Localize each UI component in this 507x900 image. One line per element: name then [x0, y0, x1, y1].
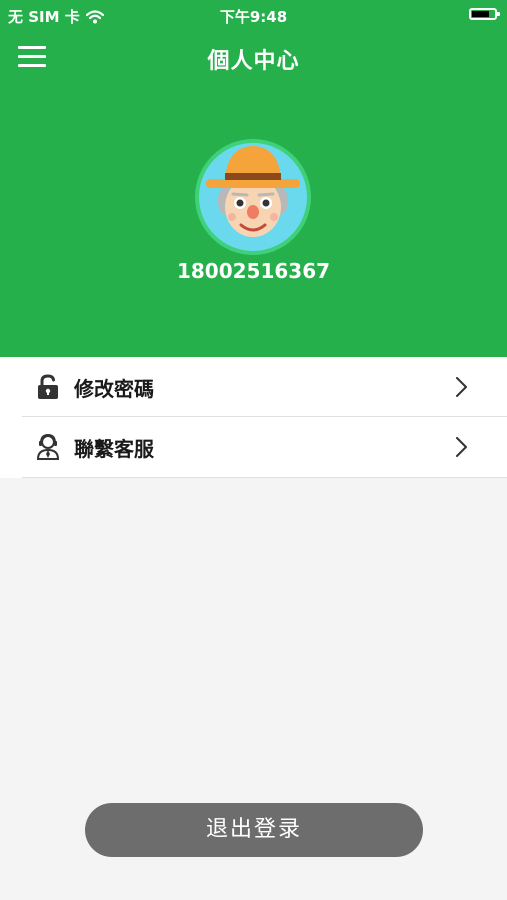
status-bar: 无 SIM 卡 下午9:48: [0, 0, 507, 30]
list-item-contact-support[interactable]: 聯繫客服: [0, 417, 507, 477]
list-item-label: 修改密碼: [74, 377, 154, 401]
farmer-avatar-icon[interactable]: [193, 137, 313, 257]
list-item-change-password[interactable]: 修改密碼: [0, 357, 507, 417]
customer-service-icon: [36, 434, 60, 460]
logout-button[interactable]: 退出登录: [85, 803, 423, 857]
unlock-icon: [38, 374, 58, 399]
chevron-right-icon: [456, 377, 467, 397]
nav-bar: 個人中心: [0, 30, 507, 86]
user-phone-number: 18002516367: [176, 259, 331, 283]
status-time: 下午9:48: [219, 8, 288, 26]
list-item-label: 聯繫客服: [74, 437, 154, 461]
page-title: 個人中心: [207, 49, 300, 74]
header-banner: 无 SIM 卡 下午9:48 個人中心 18002516367: [0, 0, 507, 357]
chevron-right-icon: [456, 437, 467, 457]
list-divider: [22, 477, 507, 478]
battery-icon: [469, 8, 500, 20]
battery-level: [472, 11, 489, 17]
settings-list: 修改密碼 聯繫客服: [0, 357, 507, 478]
